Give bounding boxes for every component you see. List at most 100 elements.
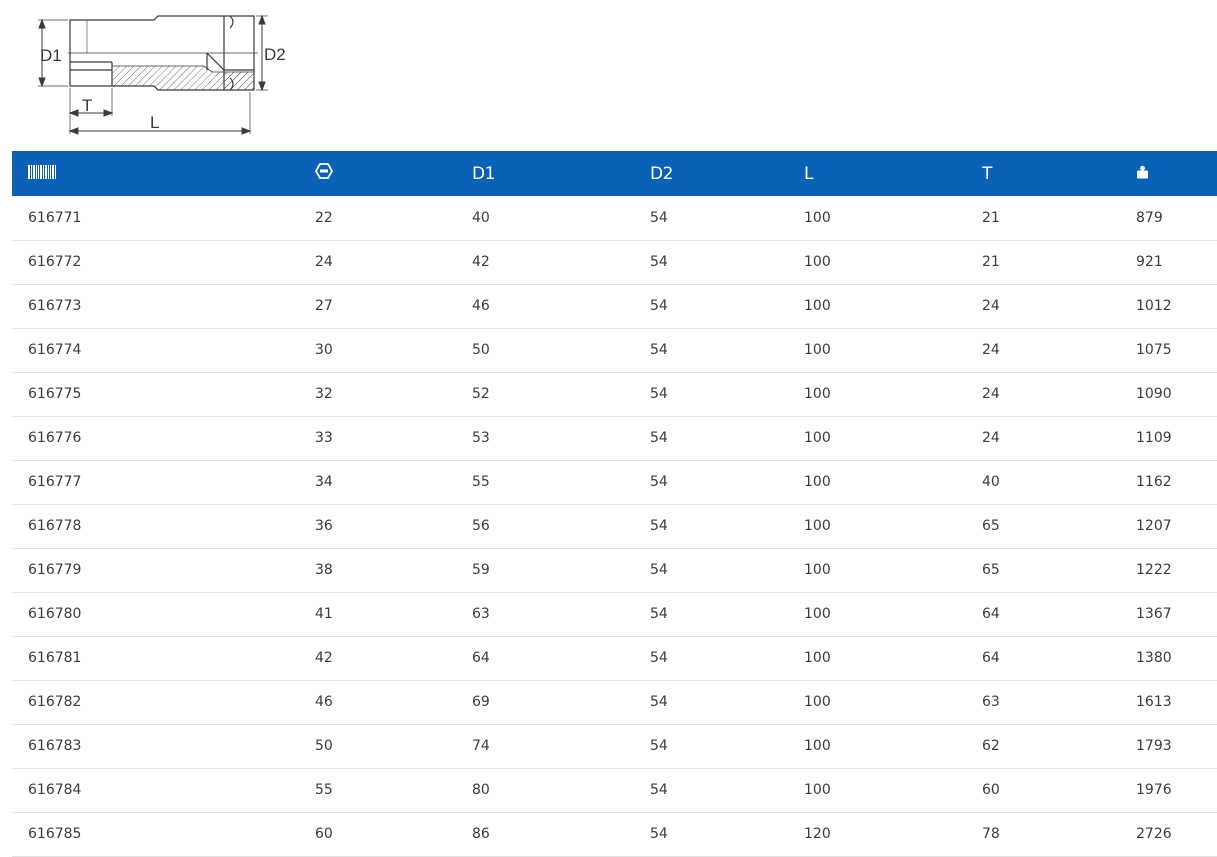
table-header-row: D1 D2 L T: [12, 151, 1217, 196]
cell-d1: 59: [472, 562, 490, 578]
cell-d2: 54: [650, 782, 668, 798]
cell-article-number: 616776: [28, 430, 82, 446]
cell-t: 21: [982, 209, 1000, 226]
cell-size: 36: [315, 518, 333, 534]
cell-l: 100: [804, 474, 831, 490]
cell-d2: 54: [650, 650, 668, 666]
cell-article-number: 616772: [28, 254, 82, 270]
cell-l: 100: [804, 650, 831, 666]
cell-d2: 54: [650, 474, 668, 490]
cell-t: 64: [982, 606, 1000, 622]
cell-article-number: 616777: [28, 474, 82, 490]
cell-d1: 74: [472, 738, 490, 754]
cell-weight: 1380: [1136, 650, 1172, 666]
d1-label: D1: [40, 46, 62, 65]
cell-d1: 86: [472, 826, 490, 842]
t-label: T: [82, 96, 92, 115]
cell-t: 60: [982, 782, 1000, 798]
table-row: 616781 42 64 54 100 64 1380: [12, 636, 1217, 680]
socket-dimension-drawing: D1 D2 T L: [32, 12, 292, 142]
cell-d1: 64: [472, 650, 490, 666]
cell-size: 60: [315, 826, 333, 842]
cell-t: 65: [982, 518, 1000, 534]
cell-article-number: 616785: [28, 826, 82, 842]
cell-d2: 54: [650, 430, 668, 446]
cell-d2: 54: [650, 386, 668, 402]
cell-article-number: 616775: [28, 386, 82, 402]
cell-d2: 54: [650, 826, 668, 842]
column-header-article: [12, 151, 299, 196]
cell-size: 34: [315, 474, 333, 490]
cell-weight: 2726: [1136, 826, 1172, 842]
cell-d1: 55: [472, 474, 490, 490]
cell-size: 38: [315, 562, 333, 578]
cell-t: 62: [982, 738, 1000, 754]
column-header-t: T: [982, 163, 992, 184]
cell-l: 100: [804, 694, 831, 710]
cell-size: 46: [315, 694, 333, 710]
table-row: 616778 36 56 54 100 65 1207: [12, 504, 1217, 548]
cell-article-number: 616773: [28, 298, 82, 314]
table-row: 616780 41 63 54 100 64 1367: [12, 592, 1217, 636]
cell-weight: 1367: [1136, 606, 1172, 622]
cell-article-number: 616784: [28, 782, 82, 798]
bore-hatch: [224, 72, 254, 90]
column-header-d2: D2: [650, 163, 673, 184]
cell-size: 32: [315, 386, 333, 402]
cell-article-number: 616783: [28, 738, 82, 754]
cell-weight: 1075: [1136, 342, 1172, 358]
cell-d2: 54: [650, 342, 668, 358]
cell-d1: 63: [472, 606, 490, 622]
cell-weight: 1207: [1136, 518, 1172, 534]
cell-l: 100: [804, 606, 831, 622]
cell-d2: 54: [650, 254, 668, 270]
cell-l: 100: [804, 298, 831, 314]
table-body: 616771 22 40 54 100 21 879 616772 24 42 54 100 21 921…: [12, 196, 1217, 856]
cell-d2: 54: [650, 518, 668, 534]
specification-table: D1 D2 L T 616771 22 40 54 100 21 879 616772 24 42…: [12, 151, 1217, 857]
cell-d1: 40: [472, 209, 490, 226]
cell-t: 40: [982, 474, 1000, 490]
column-header-weight: [1120, 151, 1217, 196]
cell-l: 100: [804, 518, 831, 534]
table-row: 616775 32 52 54 100 24 1090: [12, 372, 1217, 416]
cell-weight: 1090: [1136, 386, 1172, 402]
cell-t: 24: [982, 298, 1000, 314]
table-row: 616785 60 86 54 120 78 2726: [12, 812, 1217, 856]
cell-t: 24: [982, 430, 1000, 446]
cell-weight: 879: [1136, 209, 1163, 226]
cell-article-number: 616781: [28, 650, 82, 666]
table-row: 616773 27 46 54 100 24 1012: [12, 284, 1217, 328]
cell-size: 41: [315, 606, 333, 622]
cell-d2: 54: [650, 606, 668, 622]
column-header-l: L: [804, 163, 813, 184]
cell-article-number: 616780: [28, 606, 82, 622]
d2-label: D2: [264, 45, 286, 64]
cell-l: 120: [804, 826, 831, 842]
cell-t: 65: [982, 562, 1000, 578]
cell-size: 33: [315, 430, 333, 446]
cell-weight: 1222: [1136, 562, 1172, 578]
cell-weight: 1162: [1136, 474, 1172, 490]
cell-size: 42: [315, 650, 333, 666]
cell-d1: 80: [472, 782, 490, 798]
barcode-icon: [28, 164, 56, 184]
cell-l: 100: [804, 562, 831, 578]
cell-d2: 54: [650, 738, 668, 754]
cell-article-number: 616774: [28, 342, 82, 358]
cell-t: 78: [982, 826, 1000, 842]
cell-article-number: 616779: [28, 562, 82, 578]
cell-d2: 54: [650, 694, 668, 710]
cell-d1: 56: [472, 518, 490, 534]
cell-weight: 1012: [1136, 298, 1172, 314]
l-label: L: [150, 113, 159, 132]
table-row: 616784 55 80 54 100 60 1976: [12, 768, 1217, 812]
cell-d1: 50: [472, 342, 490, 358]
cell-l: 100: [804, 430, 831, 446]
cell-t: 63: [982, 694, 1000, 710]
cell-d2: 54: [650, 562, 668, 578]
table-header: D1 D2 L T: [12, 151, 1217, 196]
cell-l: 100: [804, 254, 831, 270]
cell-d1: 52: [472, 386, 490, 402]
cell-t: 24: [982, 342, 1000, 358]
